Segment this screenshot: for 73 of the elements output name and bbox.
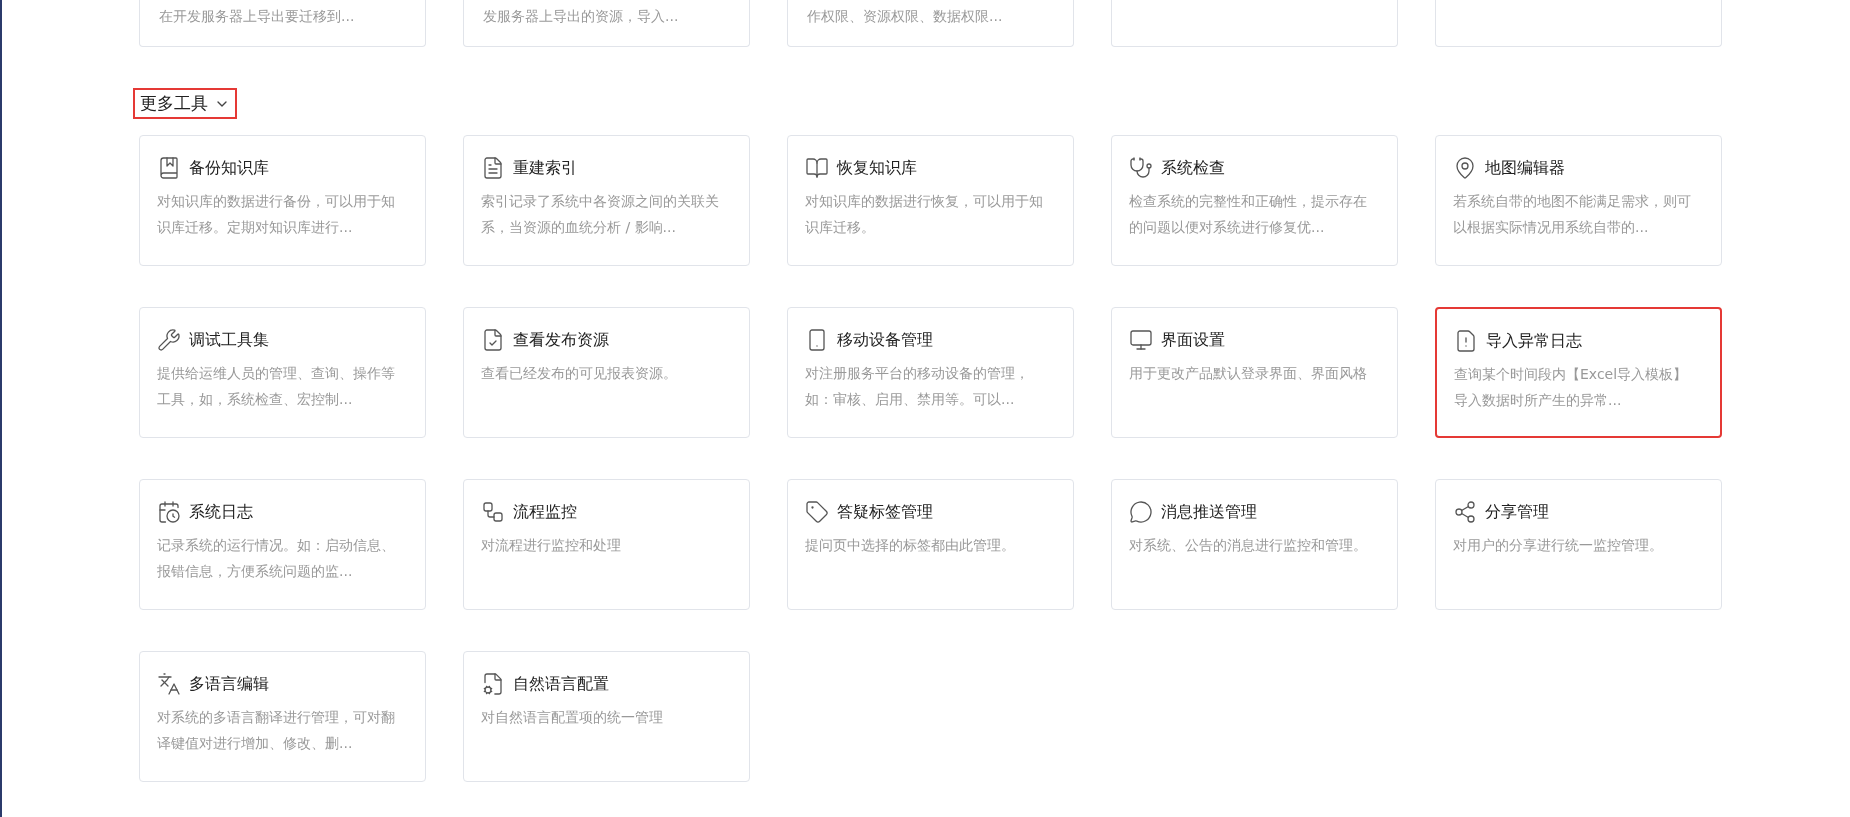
book-icon (805, 156, 829, 180)
tool-description: 对用户的分享进行统一监控管理。 (1453, 536, 1664, 555)
stethoscope-icon (1129, 156, 1153, 180)
section-toggle[interactable]: 更多工具 (133, 88, 237, 119)
share-icon (1453, 500, 1477, 524)
tool-card[interactable]: 重建索引 索引记录了系统中各资源之间的关联关系，当资源的血统分析 / 影响... (463, 135, 750, 266)
tool-title: 备份知识库 (189, 157, 269, 179)
tool-description: 对自然语言配置项的统一管理 (481, 708, 664, 727)
tool-title: 答疑标签管理 (837, 501, 933, 523)
tool-description: 作权限、资源权限、数据权限... (807, 7, 1004, 26)
tool-description: 对注册服务平台的移动设备的管理，如：审核、启用、禁用等。可以... (805, 364, 1030, 409)
document-gear-icon (481, 672, 505, 696)
tool-card[interactable]: 导入异常日志 查询某个时间段内【Excel导入模板】导入数据时所产生的异常... (1435, 307, 1722, 438)
document-icon (481, 156, 505, 180)
tool-card[interactable]: 调试工具集 提供给运维人员的管理、查询、操作等工具，如，系统检查、宏控制... (139, 307, 426, 438)
tool-title: 分享管理 (1485, 501, 1549, 523)
tool-card[interactable]: 备份知识库 对知识库的数据进行备份，可以用于知识库迁移。定期对知识库进行... (139, 135, 426, 266)
tool-description: 在开发服务器上导出要迁移到... (159, 7, 356, 26)
tool-card[interactable] (1435, 0, 1722, 47)
workflow-icon (481, 500, 505, 524)
tool-card[interactable]: 地图编辑器 若系统自带的地图不能满足需求，则可以根据实际情况用系统自带的... (1435, 135, 1722, 266)
tool-title: 调试工具集 (189, 329, 269, 351)
tool-card[interactable]: 答疑标签管理 提问页中选择的标签都由此管理。 (787, 479, 1074, 610)
tool-title: 导入异常日志 (1486, 330, 1582, 352)
tool-title: 系统检查 (1161, 157, 1225, 179)
tool-title: 自然语言配置 (513, 673, 609, 695)
chat-bubble-icon (1129, 500, 1153, 524)
tool-title: 系统日志 (189, 501, 253, 523)
tool-card[interactable]: 恢复知识库 对知识库的数据进行恢复，可以用于知识库迁移。 (787, 135, 1074, 266)
tool-card[interactable]: 系统日志 记录系统的运行情况。如：启动信息、报错信息，方便系统问题的监... (139, 479, 426, 610)
bookmark-book-icon (157, 156, 181, 180)
tool-description: 对知识库的数据进行恢复，可以用于知识库迁移。 (805, 192, 1044, 237)
calendar-clock-icon (157, 500, 181, 524)
tool-description: 对流程进行监控和处理 (481, 536, 622, 555)
tool-card[interactable]: 自然语言配置 对自然语言配置项的统一管理 (463, 651, 750, 782)
tag-icon (805, 500, 829, 524)
tool-title: 多语言编辑 (189, 673, 269, 695)
tool-description: 查询某个时间段内【Excel导入模板】导入数据时所产生的异常... (1454, 365, 1689, 410)
map-pin-icon (1453, 156, 1477, 180)
tool-card[interactable] (1111, 0, 1398, 47)
tool-card[interactable]: 多语言编辑 对系统的多语言翻译进行管理，可对翻译键值对进行增加、修改、删... (139, 651, 426, 782)
tool-card[interactable]: 流程监控 对流程进行监控和处理 (463, 479, 750, 610)
tool-description: 对系统、公告的消息进行监控和管理。 (1129, 536, 1368, 555)
tool-description: 提问页中选择的标签都由此管理。 (805, 536, 1016, 555)
tool-description: 检查系统的完整性和正确性，提示存在的问题以便对系统进行修复优... (1129, 192, 1368, 237)
tool-card[interactable]: 界面设置 用于更改产品默认登录界面、界面风格 (1111, 307, 1398, 438)
wrench-icon (157, 328, 181, 352)
tool-description: 对系统的多语言翻译进行管理，可对翻译键值对进行增加、修改、删... (157, 708, 396, 753)
tool-description: 用于更改产品默认登录界面、界面风格 (1129, 364, 1368, 383)
document-warning-icon (1454, 329, 1478, 353)
tool-card[interactable]: 系统检查 检查系统的完整性和正确性，提示存在的问题以便对系统进行修复优... (1111, 135, 1398, 266)
tool-description: 发服务器上导出的资源，导入... (483, 7, 680, 26)
tool-card[interactable]: 移动设备管理 对注册服务平台的移动设备的管理，如：审核、启用、禁用等。可以... (787, 307, 1074, 438)
tool-title: 地图编辑器 (1485, 157, 1565, 179)
tool-title: 界面设置 (1161, 329, 1225, 351)
tool-card[interactable]: 分享管理 对用户的分享进行统一监控管理。 (1435, 479, 1722, 610)
tool-title: 恢复知识库 (837, 157, 917, 179)
tool-description: 记录系统的运行情况。如：启动信息、报错信息，方便系统问题的监... (157, 536, 396, 581)
tool-description: 提供给运维人员的管理、查询、操作等工具，如，系统检查、宏控制... (157, 364, 396, 409)
document-check-icon (481, 328, 505, 352)
tool-description: 查看已经发布的可见报表资源。 (481, 364, 678, 383)
tool-title: 重建索引 (513, 157, 577, 179)
tool-title: 查看发布资源 (513, 329, 609, 351)
tool-card[interactable]: 查看发布资源 查看已经发布的可见报表资源。 (463, 307, 750, 438)
monitor-icon (1129, 328, 1153, 352)
tool-card[interactable]: 消息推送管理 对系统、公告的消息进行监控和管理。 (1111, 479, 1398, 610)
tool-title: 流程监控 (513, 501, 577, 523)
language-icon (157, 672, 181, 696)
tool-description: 索引记录了系统中各资源之间的关联关系，当资源的血统分析 / 影响... (481, 192, 720, 237)
tool-title: 移动设备管理 (837, 329, 933, 351)
tool-description: 对知识库的数据进行备份，可以用于知识库迁移。定期对知识库进行... (157, 192, 396, 237)
tool-title: 消息推送管理 (1161, 501, 1257, 523)
tool-description: 若系统自带的地图不能满足需求，则可以根据实际情况用系统自带的... (1453, 192, 1692, 237)
